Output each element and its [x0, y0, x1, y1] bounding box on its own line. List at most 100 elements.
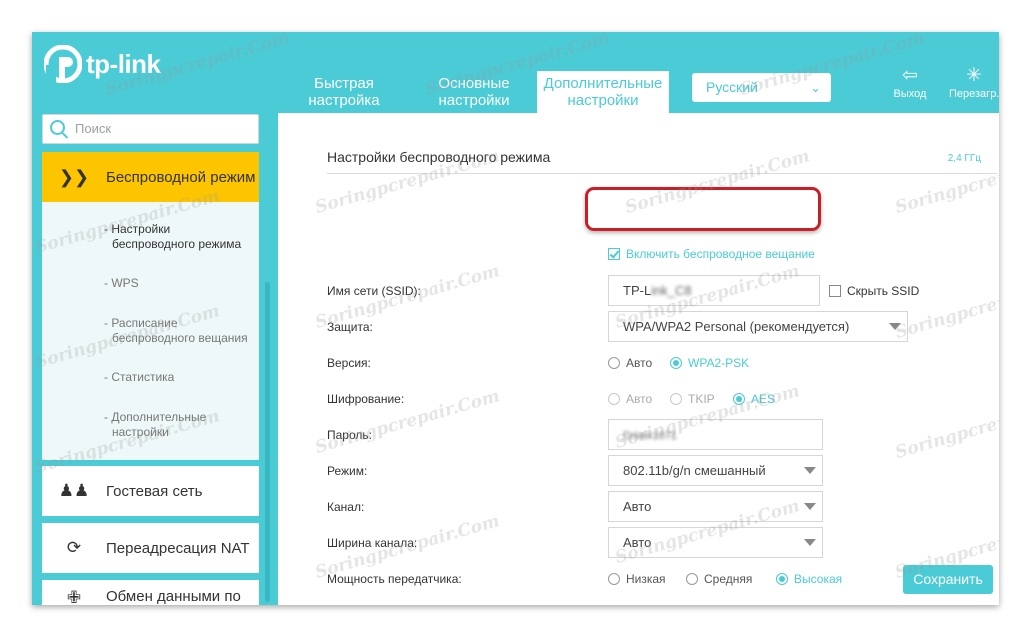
tab-advanced[interactable]: Дополнительные настройки	[537, 71, 669, 113]
tp-link-logo[interactable]: tp-link	[44, 44, 161, 84]
sidebar-item-label: Беспроводной режим	[106, 168, 256, 186]
radio-label: TKIP	[688, 392, 715, 406]
sidebar-scrollbar[interactable]	[265, 282, 270, 602]
password-value: Driver1671	[623, 430, 677, 442]
submenu-label-line2: настройки	[112, 425, 169, 439]
guest-users-icon: ♟♟	[58, 481, 90, 500]
sidebar-item-wireless[interactable]: ❯❯ Беспроводной режим	[42, 152, 259, 202]
submenu-label-line2: беспроводного режима	[112, 237, 242, 251]
security-label: Защита:	[327, 320, 373, 334]
channel-value: Авто	[623, 499, 652, 514]
tab-label-line2: настройки	[438, 92, 510, 109]
hide-ssid-label: Скрыть SSID	[847, 284, 920, 298]
mode-select[interactable]: 802.11b/g/n смешанный	[608, 455, 823, 486]
version-label: Версия:	[327, 356, 371, 370]
channel-width-value: Авто	[623, 535, 652, 550]
language-select[interactable]: Русский ⌄	[692, 73, 831, 102]
tx-power-label: Мощность передатчика:	[327, 572, 462, 586]
encryption-label: Шифрование:	[327, 392, 405, 406]
radio-off-icon	[608, 573, 620, 585]
logout-label: Выход	[893, 88, 927, 100]
nat-forwarding-icon: ⟳	[66, 538, 82, 557]
power-radio-medium[interactable]: Средняя	[686, 572, 752, 586]
security-select[interactable]: WPA/WPA2 Personal (рекомендуется)	[608, 311, 908, 342]
logout-button[interactable]: ⇦ Выход	[887, 64, 933, 100]
sidebar-item-label: Обмен данными по	[106, 588, 241, 605]
mode-label: Режим:	[327, 464, 368, 478]
submenu-statistics[interactable]: - Статистика	[104, 370, 254, 385]
ssid-value: TP-L	[623, 283, 652, 298]
submenu-wireless-settings[interactable]: - Настройки беспроводного режима	[104, 222, 254, 252]
checkbox-unchecked-icon	[829, 285, 841, 297]
submenu-label-line1: - Настройки	[104, 222, 171, 236]
section-title: Настройки беспроводного режима	[327, 149, 551, 165]
sidebar-item-guest-network[interactable]: ♟♟ Гостевая сеть	[42, 466, 259, 516]
enable-broadcast-label: Включить беспроводное вещание	[626, 247, 815, 261]
submenu-schedule[interactable]: - Расписание беспроводного вещания	[104, 316, 254, 346]
radio-on-icon	[776, 573, 788, 585]
channel-label: Канал:	[327, 500, 365, 514]
encryption-radio-tkip[interactable]: TKIP	[670, 392, 715, 406]
brand-name: tp-link	[86, 48, 161, 79]
ssid-highlight-frame	[585, 187, 821, 231]
submenu-label-line1: - Дополнительные	[104, 410, 207, 424]
channel-width-label: Ширина канала:	[327, 536, 418, 550]
ssid-input[interactable]: TP-Link_C8	[608, 275, 820, 306]
radio-on-icon	[733, 393, 745, 405]
radio-disabled-icon	[670, 393, 682, 405]
tab-label-line2: настройка	[308, 92, 380, 109]
tab-quick-setup[interactable]: Быстрая настройка	[294, 74, 394, 110]
wifi-icon: ❯❯	[58, 166, 90, 187]
radio-label: Средняя	[704, 572, 753, 586]
hide-ssid-checkbox[interactable]: Скрыть SSID	[829, 284, 919, 298]
sidebar-item-label: Гостевая сеть	[106, 482, 203, 500]
reboot-label: Перезагр.	[949, 88, 999, 100]
ssid-value-blurred: ink_C8	[651, 283, 692, 298]
ssid-label: Имя сети (SSID):	[327, 284, 421, 298]
submenu-label-line1: - WPS	[104, 276, 139, 290]
dropdown-arrow-icon	[889, 323, 901, 330]
version-radio-wpa2[interactable]: WPA2-PSK	[670, 356, 749, 370]
radio-disabled-icon	[608, 393, 620, 405]
section-divider	[327, 173, 997, 174]
submenu-wps[interactable]: - WPS	[104, 276, 254, 291]
dropdown-arrow-icon	[804, 503, 816, 510]
tab-label-line1: Быстрая	[314, 75, 374, 92]
save-button[interactable]: Сохранить	[903, 565, 993, 594]
version-radio-auto[interactable]: Авто	[608, 356, 652, 370]
sidebar-item-label: Переадресация NAT	[106, 539, 250, 557]
search-input[interactable]: Поиск	[42, 114, 259, 144]
password-label: Пароль:	[327, 428, 372, 442]
sidebar-item-usb-sharing[interactable]: ✙ Обмен данными по	[42, 580, 259, 605]
reboot-button[interactable]: ✳ Перезагр.	[949, 64, 999, 100]
password-input[interactable]: Driver1671	[608, 419, 823, 450]
power-radio-low[interactable]: Низкая	[608, 572, 666, 586]
wireless-submenu: - Настройки беспроводного режима - WPS -…	[42, 202, 259, 460]
tab-label-line2: настройки	[567, 92, 639, 109]
power-radio-high[interactable]: Высокая	[776, 572, 842, 586]
search-placeholder: Поиск	[75, 121, 112, 136]
enable-broadcast-checkbox[interactable]: Включить беспроводное вещание	[608, 247, 815, 261]
main-panel: Настройки беспроводного режима 2,4 ГГц В…	[278, 113, 999, 605]
radio-on-icon	[670, 357, 682, 369]
encryption-radio-aes[interactable]: AES	[733, 392, 775, 406]
security-value: WPA/WPA2 Personal (рекомендуется)	[623, 319, 850, 334]
submenu-advanced[interactable]: - Дополнительные настройки	[104, 410, 254, 440]
submenu-label-line1: - Расписание	[104, 316, 178, 330]
band-link[interactable]: 2,4 ГГц	[948, 153, 981, 164]
radio-label: Авто	[626, 356, 653, 370]
usb-sharing-icon: ✙	[66, 588, 82, 605]
language-value: Русский	[706, 79, 758, 95]
encryption-radio-auto[interactable]: Авто	[608, 392, 652, 406]
radio-label: Низкая	[626, 572, 666, 586]
radio-label: WPA2-PSK	[688, 356, 750, 370]
sidebar-item-nat[interactable]: ⟳ Переадресация NAT	[42, 523, 259, 573]
channel-select[interactable]: Авто	[608, 491, 823, 522]
radio-label: AES	[751, 392, 776, 406]
tab-label-line1: Основные	[438, 75, 510, 92]
chevron-down-icon: ⌄	[810, 80, 821, 95]
tp-link-mark-icon	[44, 45, 82, 83]
channel-width-select[interactable]: Авто	[608, 527, 823, 558]
tab-basic[interactable]: Основные настройки	[424, 74, 524, 110]
router-admin-window: tp-link Быстрая настройка Основные настр…	[32, 32, 999, 605]
